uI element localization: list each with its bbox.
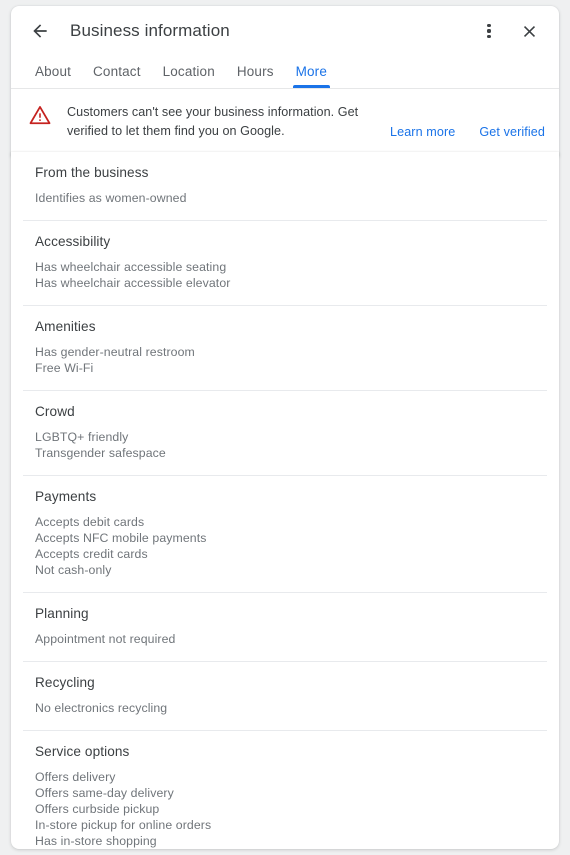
page-title: Business information	[70, 21, 230, 40]
more-vert-icon	[487, 23, 491, 39]
tab-hours[interactable]: Hours	[226, 64, 285, 88]
section-title: Amenities	[35, 319, 96, 334]
tab-contact[interactable]: Contact	[82, 64, 152, 88]
back-button[interactable]	[22, 13, 58, 49]
tab-more[interactable]: More	[285, 64, 338, 88]
attribute-item: LGBTQ+ friendly	[35, 430, 129, 444]
page-backdrop: Business information About Contact Locat…	[0, 0, 570, 855]
attribute-list: No electronics recycling	[23, 690, 547, 730]
attribute-list: Has gender-neutral restroom Free Wi-Fi	[23, 334, 547, 390]
attribute-item: Free Wi-Fi	[35, 361, 94, 375]
attribute-item: Offers delivery	[35, 770, 116, 784]
attribute-item: Appointment not required	[35, 632, 176, 646]
attribute-item: Has wheelchair accessible elevator	[35, 276, 231, 290]
section-title: Planning	[35, 606, 89, 621]
overflow-menu-button[interactable]	[471, 13, 507, 49]
section-title: Payments	[35, 489, 97, 504]
attribute-item: Not cash-only	[35, 563, 112, 577]
learn-more-link[interactable]: Learn more	[390, 125, 455, 139]
attribute-list: Accepts debit cards Accepts NFC mobile pa…	[23, 504, 547, 592]
business-information-dialog-header-card: Business information About Contact Locat…	[11, 6, 559, 156]
section-title: From the business	[35, 165, 149, 180]
attribute-item: Offers same-day delivery	[35, 786, 174, 800]
section-title: Service options	[35, 744, 130, 759]
attribute-list: LGBTQ+ friendly Transgender safespace	[23, 419, 547, 475]
attribute-item: Accepts credit cards	[35, 547, 148, 561]
attributes-content-card[interactable]: From the business Identifies as women-own…	[11, 152, 559, 849]
attribute-section-amenities: Amenities Has gender-neutral restroom Free…	[23, 305, 547, 390]
header-actions	[471, 13, 547, 49]
attribute-item: Has gender-neutral restroom	[35, 345, 195, 359]
attribute-list: Appointment not required	[23, 621, 547, 661]
attribute-list: Has wheelchair accessible seating Has whe…	[23, 249, 547, 305]
attribute-item: Transgender safespace	[35, 446, 166, 460]
close-button[interactable]	[511, 13, 547, 49]
tab-about[interactable]: About	[24, 64, 82, 88]
section-title: Crowd	[35, 404, 75, 419]
warning-triangle-icon	[29, 106, 51, 125]
attribute-item: Has wheelchair accessible seating	[35, 260, 227, 274]
banner-message: Customers can't see your business inform…	[67, 105, 359, 138]
attribute-section-planning: Planning Appointment not required	[23, 592, 547, 661]
dialog-header: Business information	[11, 6, 559, 56]
attribute-section-accessibility: Accessibility Has wheelchair accessible s…	[23, 220, 547, 305]
attribute-list: Identifies as women-owned	[23, 180, 547, 220]
attribute-item: Identifies as women-owned	[35, 191, 187, 205]
close-icon	[523, 25, 535, 37]
section-title: Recycling	[35, 675, 95, 690]
section-title: Accessibility	[35, 234, 111, 249]
attribute-item: No electronics recycling	[35, 701, 168, 715]
attribute-section-crowd: Crowd LGBTQ+ friendly Transgender safespac…	[23, 390, 547, 475]
attribute-sections: From the business Identifies as women-own…	[11, 152, 559, 849]
attribute-list: Offers delivery Offers same-day delivery O…	[23, 759, 547, 849]
get-verified-link[interactable]: Get verified	[479, 125, 545, 139]
attribute-section-from-the-business: From the business Identifies as women-own…	[23, 152, 547, 220]
attribute-item: Accepts NFC mobile payments	[35, 531, 207, 545]
attribute-item: Offers curbside pickup	[35, 802, 160, 816]
banner-actions: Learn more Get verified	[390, 125, 545, 140]
tab-location[interactable]: Location	[152, 64, 226, 88]
attribute-item: Accepts debit cards	[35, 515, 145, 529]
tab-bar: About Contact Location Hours More	[11, 56, 559, 89]
attribute-section-payments: Payments Accepts debit cards Accepts NFC m…	[23, 475, 547, 592]
arrow-back-icon	[33, 24, 47, 38]
attribute-section-recycling: Recycling No electronics recycling	[23, 661, 547, 730]
attribute-section-service-options: Service options Offers delivery Offers sam…	[23, 730, 547, 849]
verification-warning-banner: Customers can't see your business inform…	[11, 89, 559, 156]
attribute-item: Has in-store shopping	[35, 834, 157, 848]
attribute-item: In-store pickup for online orders	[35, 818, 212, 832]
